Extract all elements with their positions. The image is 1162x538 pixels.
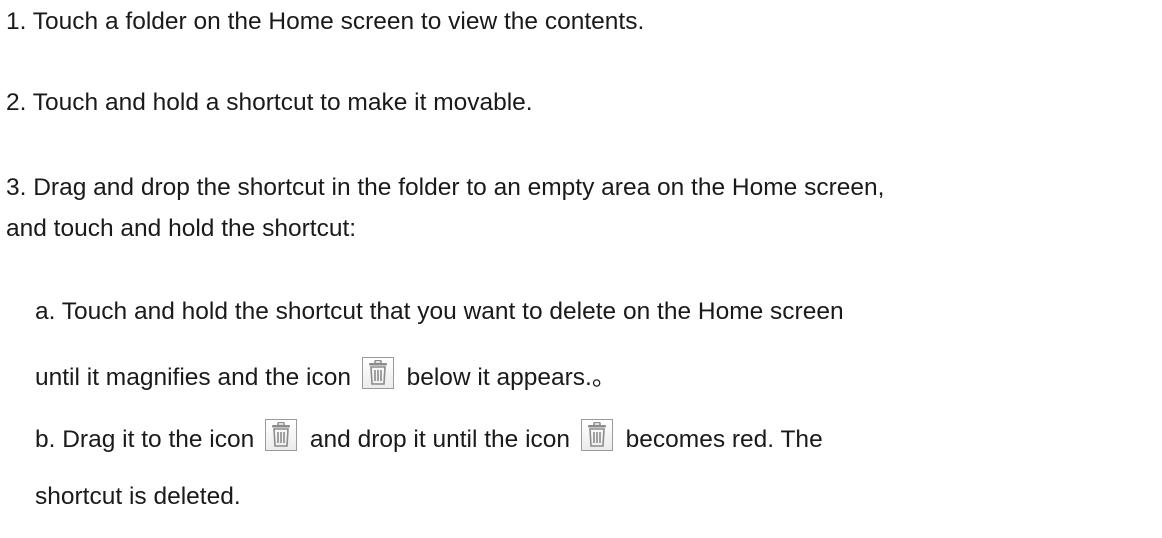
substep-b-line-1: b. Drag it to the icon and drop it until… [35, 419, 823, 456]
substep-b-text-2: and drop it until the icon [309, 426, 571, 453]
substep-a-text-after: below it appears.。 [406, 364, 617, 391]
substep-a-line-1: a. Touch and hold the shortcut that you … [35, 298, 844, 325]
trash-icon [580, 419, 613, 451]
substep-b-text-1: b. Drag it to the icon [35, 426, 255, 453]
step-3-line-1: 3. Drag and drop the shortcut in the fol… [6, 174, 885, 201]
substep-b-text-3: becomes red. The [625, 426, 823, 453]
substep-b-line-2: shortcut is deleted. [35, 483, 241, 510]
substep-a-text-before: until it magnifies and the icon [35, 364, 351, 391]
step-1: 1. Touch a folder on the Home screen to … [6, 8, 645, 35]
trash-icon [361, 357, 394, 389]
substep-a-line-2: until it magnifies and the icon below it… [35, 357, 616, 394]
step-2: 2. Touch and hold a shortcut to make it … [6, 89, 533, 116]
step-3-line-2: and touch and hold the shortcut: [6, 215, 357, 242]
trash-icon [265, 419, 298, 451]
